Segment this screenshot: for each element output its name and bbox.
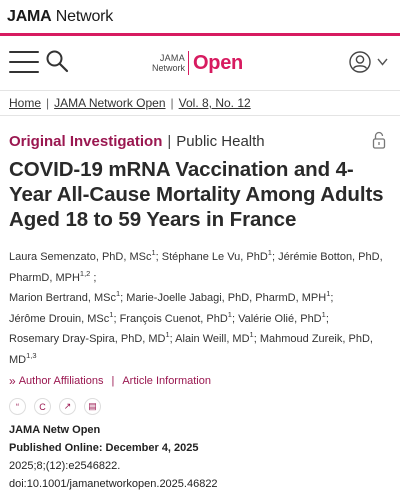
author-10[interactable]: Alain Weill, MD1; — [175, 331, 257, 345]
article-title: COVID-19 mRNA Vaccination and 4-Year All… — [9, 158, 384, 231]
author-1[interactable]: Laura Semenzato, PhD, MSc1; — [9, 249, 159, 263]
author-2[interactable]: Stéphane Le Vu, PhD1; — [162, 249, 275, 263]
article-links-row: » Author Affiliations | Article Informat… — [9, 374, 390, 388]
author-4[interactable]: Marion Bertrand, MSc1; — [9, 290, 123, 304]
site-header: JAMA Network Open — [0, 36, 400, 91]
jama-network-open-logo[interactable]: JAMA Network Open — [152, 49, 243, 77]
links-separator: | — [111, 375, 115, 387]
breadcrumb-home[interactable]: Home — [9, 96, 41, 110]
article-section: Original Investigation | Public Health — [9, 131, 390, 150]
author-9[interactable]: Rosemary Dray-Spira, PhD, MD1; — [9, 331, 173, 345]
network-topbar: JAMA Network — [0, 0, 400, 33]
breadcrumb-journal[interactable]: JAMA Network Open — [54, 96, 165, 110]
logo-line1: JAMA — [159, 53, 186, 63]
author-affiliations-link[interactable]: Author Affiliations — [19, 375, 104, 387]
article-subject[interactable]: Public Health — [176, 133, 264, 150]
author-8[interactable]: Valérie Olié, PhD1; — [238, 310, 329, 324]
article-information-link[interactable]: Article Information — [122, 375, 211, 387]
author-5[interactable]: Marie-Joelle Jabagi, PhD, PharmD, MPH1; — [126, 290, 333, 304]
breadcrumb-separator: | — [170, 96, 174, 110]
comment-icon[interactable]: ▤ — [84, 398, 101, 415]
chevron-down-icon[interactable] — [377, 58, 388, 66]
copyright-icon[interactable]: C — [34, 398, 51, 415]
author-6[interactable]: Jérôme Drouin, MSc1; — [9, 310, 117, 324]
breadcrumb-volume[interactable]: Vol. 8, No. 12 — [179, 96, 251, 110]
user-icon[interactable] — [349, 51, 371, 73]
journal-abbrev: JAMA Netw Open — [9, 424, 101, 436]
citation: 2025;8;(12):e2546822. — [9, 460, 121, 472]
article-actions: “ C ↗ ▤ — [9, 398, 390, 415]
author-7[interactable]: François Cuenot, PhD1; — [120, 310, 235, 324]
breadcrumb: Home | JAMA Network Open | Vol. 8, No. 1… — [0, 91, 400, 116]
chevron-right-icon: » — [9, 374, 16, 388]
menu-icon[interactable] — [9, 51, 39, 73]
article-header: Original Investigation | Public Health C… — [0, 131, 400, 493]
published-date: Published Online: December 4, 2025 — [9, 442, 199, 454]
breadcrumb-separator: | — [46, 96, 50, 110]
logo-open-text: Open — [193, 51, 243, 74]
article-type[interactable]: Original Investigation — [9, 133, 162, 150]
jama-network-brand[interactable]: JAMA Network — [7, 8, 113, 26]
doi[interactable]: doi:10.1001/jamanetworkopen.2025.46822 — [9, 475, 390, 493]
author-list: Laura Semenzato, PhD, MSc1; Stéphane Le … — [9, 247, 390, 370]
publication-meta: JAMA Netw Open Published Online: Decembe… — [9, 421, 390, 493]
metrics-icon[interactable]: ↗ — [59, 398, 76, 415]
cite-icon[interactable]: “ — [9, 398, 26, 415]
article-type-separator: | — [167, 133, 172, 150]
open-access-lock-icon — [372, 131, 386, 149]
search-icon[interactable] — [45, 49, 69, 73]
logo-line2: Network — [152, 63, 186, 73]
